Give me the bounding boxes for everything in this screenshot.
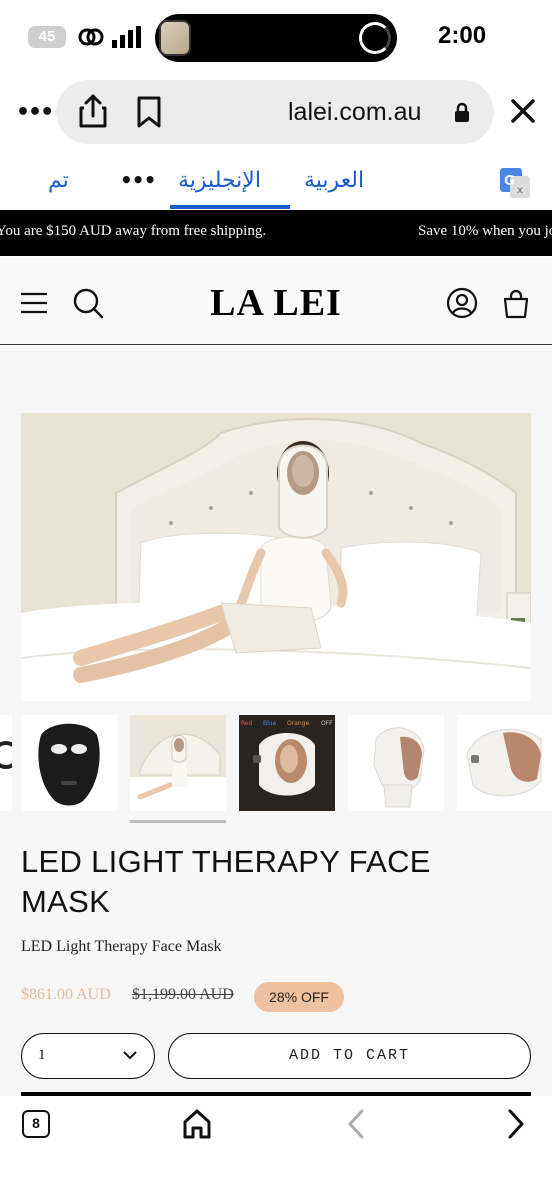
thumb-label-blue: Blue [263, 720, 277, 727]
tab-english[interactable]: الإنجليزية [178, 168, 261, 193]
thumb-label-off: OFF [321, 720, 333, 727]
account-icon[interactable] [446, 287, 478, 319]
product-page: Red Blue Orange OFF LED LIGHT THERAPY FA… [0, 346, 552, 1096]
tabs-button[interactable]: 8 [22, 1110, 50, 1138]
thumb-label-orange: Orange [287, 720, 309, 727]
lock-icon [455, 102, 469, 122]
quantity-value: 1 [38, 1047, 46, 1063]
thumbnail-strip: Red Blue Orange OFF [0, 715, 552, 811]
close-icon[interactable] [510, 98, 536, 124]
link-icon [78, 28, 104, 46]
discount-badge: 28% OFF [254, 982, 344, 1012]
svg-text:x: x [517, 185, 523, 196]
media-thumbnail [159, 20, 191, 56]
bookmark-icon[interactable] [136, 96, 162, 128]
tab-arabic[interactable]: العربية [304, 168, 364, 193]
home-icon[interactable] [182, 1108, 212, 1140]
google-translate-icon: G x [500, 168, 530, 198]
more-menu-icon[interactable]: ••• [16, 100, 54, 125]
signal-icon [112, 26, 141, 48]
chevron-down-icon [123, 1051, 137, 1060]
thumbnail-light-modes[interactable]: Red Blue Orange OFF [239, 715, 335, 811]
thumbnail-black-mask[interactable] [21, 715, 117, 811]
active-tab-indicator [170, 205, 290, 209]
site-header: LA LEI [0, 257, 552, 345]
url-field[interactable] [56, 80, 494, 144]
thumbnail-bedroom[interactable] [130, 715, 226, 811]
notification-badge: 45 [28, 26, 66, 48]
product-hero-image[interactable] [21, 413, 531, 701]
translate-done-button[interactable]: تم [48, 168, 69, 193]
announcement-save: Save 10% when you join [418, 223, 552, 239]
dynamic-island [155, 14, 397, 62]
svg-text:G: G [504, 174, 515, 189]
thumbnail-0[interactable] [0, 715, 12, 811]
browser-address-bar: ••• lalei.com.au [0, 76, 552, 148]
product-title: LED LIGHT THERAPY FACE MASK [21, 844, 431, 919]
url-text: lalei.com.au [288, 98, 422, 126]
forward-icon[interactable] [504, 1108, 528, 1140]
share-icon[interactable] [78, 94, 108, 128]
compare-at-price: $1,199.00 AUD [132, 986, 234, 1003]
translate-more-icon[interactable]: ••• [120, 168, 156, 192]
status-bar: 45 2:00 [0, 0, 552, 76]
quantity-select[interactable]: 1 [21, 1033, 155, 1079]
translate-bar: تم ••• الإنجليزية العربية [0, 156, 552, 210]
announcement-bar: You are $150 AUD away from free shipping… [0, 210, 552, 256]
clock: 2:00 [438, 22, 487, 49]
product-subtitle: LED Light Therapy Face Mask [21, 938, 222, 955]
add-to-cart-button[interactable]: ADD TO CART [168, 1033, 531, 1079]
progress-ring-icon [359, 22, 391, 54]
thumbnail-side-view[interactable] [348, 715, 444, 811]
browser-toolbar: 8 [0, 1096, 552, 1196]
thumbnail-angle-view[interactable] [457, 715, 552, 811]
thumb-label-red: Red [241, 720, 253, 727]
thumbnail-active-indicator [130, 820, 226, 823]
sale-price: $861.00 AUD [21, 986, 111, 1003]
cart-bag-icon[interactable] [500, 287, 532, 319]
announcement-free-shipping: You are $150 AUD away from free shipping… [0, 223, 267, 239]
back-icon[interactable] [344, 1108, 368, 1140]
